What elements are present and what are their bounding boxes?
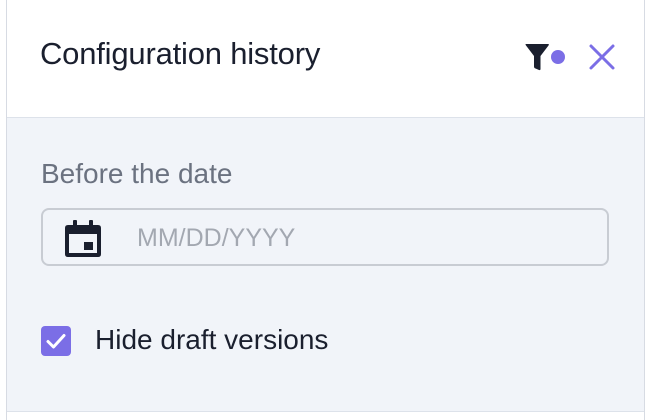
filter-button[interactable] (523, 40, 567, 76)
configuration-history-panel: Configuration history Before the date MM… (0, 0, 650, 420)
close-button[interactable] (587, 42, 617, 72)
hide-drafts-checkbox[interactable] (41, 326, 71, 356)
calendar-icon[interactable] (63, 220, 103, 258)
hide-drafts-label[interactable]: Hide draft versions (95, 324, 328, 356)
panel-right-border (644, 0, 645, 420)
filter-active-dot (551, 50, 565, 64)
panel-header: Configuration history (7, 0, 644, 118)
date-field[interactable] (41, 208, 609, 266)
filters-section: Before the date Hide draft versions (7, 118, 644, 412)
panel-title: Configuration history (40, 36, 321, 71)
close-icon (589, 44, 615, 70)
date-input[interactable] (137, 220, 577, 256)
filter-icon (525, 44, 565, 71)
panel-footer (7, 412, 644, 420)
before-date-label: Before the date (41, 158, 233, 189)
checkmark-icon (46, 334, 66, 349)
